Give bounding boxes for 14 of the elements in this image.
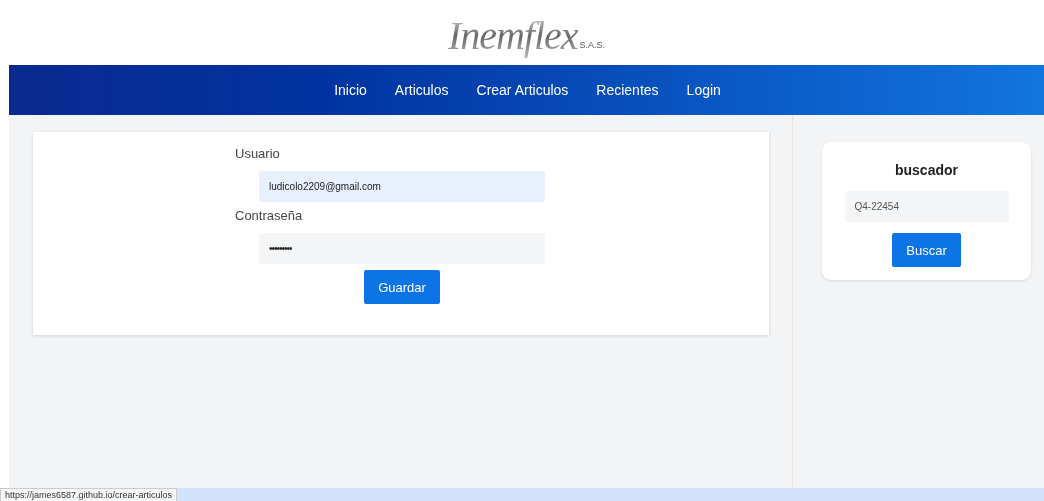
nav-link[interactable]: Articulos [394, 82, 449, 98]
search-title: buscador [895, 162, 958, 178]
nav-link[interactable]: Inicio [334, 82, 367, 98]
search-field[interactable]: Q4-22454 [844, 191, 1009, 222]
field-label: Contraseña [235, 208, 304, 225]
nav-link[interactable]: Recientes [596, 82, 659, 98]
nav-link[interactable]: Crear Articulos [476, 82, 569, 98]
input-field[interactable]: ••••••••• [259, 233, 545, 264]
field-label: Usuario [235, 146, 281, 163]
input-field[interactable]: ludicolo2209@gmail.com [259, 171, 545, 202]
status-url: https://james6587.github.io/crear-articulos [0, 488, 178, 501]
save-button[interactable]: Guardar [364, 270, 440, 304]
search-button[interactable]: Buscar [892, 233, 961, 267]
nav-link[interactable]: Login [686, 82, 721, 98]
